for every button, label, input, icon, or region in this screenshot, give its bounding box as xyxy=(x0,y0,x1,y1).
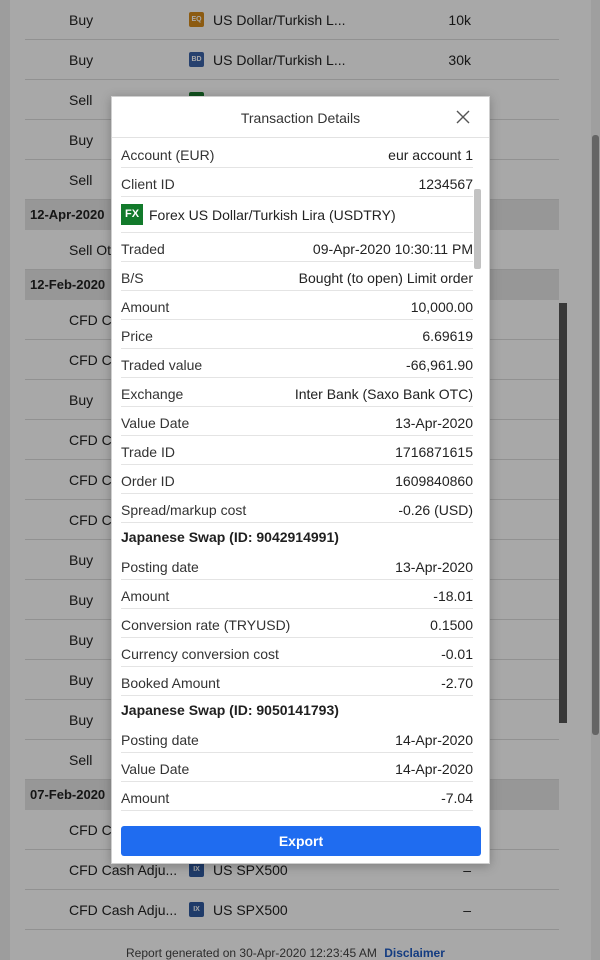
detail-label: B/S xyxy=(121,270,144,286)
detail-row: Amount -18.01 xyxy=(121,580,473,609)
instrument-row: FX Forex US Dollar/Turkish Lira (USDTRY) xyxy=(121,197,473,233)
detail-label: Posting date xyxy=(121,732,199,748)
detail-value: 09-Apr-2020 10:30:11 PM xyxy=(312,241,473,257)
detail-row: Client ID 1234567 xyxy=(121,168,473,197)
detail-row: Traded 09-Apr-2020 10:30:11 PM xyxy=(121,233,473,262)
transaction-details-dialog: Transaction Details Account (EUR) eur acc… xyxy=(111,96,490,864)
detail-value: 1716871615 xyxy=(395,444,473,460)
detail-value: 0.1500 xyxy=(430,617,473,633)
detail-value: eur account 1 xyxy=(388,147,473,163)
detail-row: Posting date 13-Apr-2020 xyxy=(121,551,473,580)
detail-value: Inter Bank (Saxo Bank OTC) xyxy=(294,386,473,402)
detail-row: Booked Amount -2.70 xyxy=(121,667,473,696)
detail-row: Exchange Inter Bank (Saxo Bank OTC) xyxy=(121,378,473,407)
detail-label: Value Date xyxy=(121,415,190,431)
detail-row: Trade ID 1716871615 xyxy=(121,436,473,465)
detail-label: Amount xyxy=(121,588,170,604)
detail-label: Traded xyxy=(121,241,165,257)
export-button[interactable]: Export xyxy=(121,826,481,856)
dialog-body[interactable]: Account (EUR) eur account 1 Client ID 12345… xyxy=(112,139,491,823)
detail-row: Spread/markup cost -0.26 (USD) xyxy=(121,494,473,523)
detail-row: Amount -7.04 xyxy=(121,782,473,811)
detail-label: Price xyxy=(121,328,153,344)
detail-label: Trade ID xyxy=(121,444,175,460)
detail-value: 14-Apr-2020 xyxy=(395,761,473,777)
detail-label: Currency conversion cost xyxy=(121,646,279,662)
swap-heading-2-text: Japanese Swap (ID: 9050141793) xyxy=(121,702,339,718)
swap-heading-2: Japanese Swap (ID: 9050141793) xyxy=(121,696,473,724)
detail-row: Value Date 13-Apr-2020 xyxy=(121,407,473,436)
detail-row: Conversion rate (TRYUSD) 0.1500 xyxy=(121,609,473,638)
detail-value: 14-Apr-2020 xyxy=(395,732,473,748)
detail-row: Amount 10,000.00 xyxy=(121,291,473,320)
dialog-header: Transaction Details xyxy=(112,97,489,138)
detail-value: 6.69619 xyxy=(422,328,473,344)
detail-label: Traded value xyxy=(121,357,203,373)
instrument-name: Forex US Dollar/Turkish Lira (USDTRY) xyxy=(149,207,396,223)
detail-label: Amount xyxy=(121,790,170,806)
detail-value: Bought (to open) Limit order xyxy=(298,270,473,286)
detail-label: Posting date xyxy=(121,559,199,575)
detail-value: -18.01 xyxy=(433,588,473,604)
detail-label: Booked Amount xyxy=(121,675,220,691)
detail-value: -0.01 xyxy=(441,646,473,662)
detail-label: Spread/markup cost xyxy=(121,502,247,518)
detail-label: Account (EUR) xyxy=(121,147,215,163)
detail-label: Amount xyxy=(121,299,170,315)
detail-value: -0.26 (USD) xyxy=(398,502,473,518)
detail-value: 13-Apr-2020 xyxy=(395,415,473,431)
close-icon[interactable] xyxy=(455,109,471,125)
detail-value: -7.04 xyxy=(441,790,473,806)
detail-label: Value Date xyxy=(121,761,190,777)
swap-heading-1-text: Japanese Swap (ID: 9042914991) xyxy=(121,529,339,545)
detail-label: Conversion rate (TRYUSD) xyxy=(121,617,291,633)
detail-value: 1234567 xyxy=(418,176,473,192)
detail-label: Order ID xyxy=(121,473,175,489)
dialog-scrollbar-thumb[interactable] xyxy=(474,189,481,269)
detail-row: Traded value -66,961.90 xyxy=(121,349,473,378)
detail-label: Exchange xyxy=(121,386,184,402)
dialog-footer: Export xyxy=(112,821,491,863)
fx-badge-icon: FX xyxy=(121,204,143,225)
detail-value: 1609840860 xyxy=(395,473,473,489)
detail-label: Client ID xyxy=(121,176,175,192)
detail-row: Account (EUR) eur account 1 xyxy=(121,139,473,168)
detail-value: -66,961.90 xyxy=(406,357,473,373)
detail-value: -2.70 xyxy=(441,675,473,691)
detail-row: Currency conversion cost -0.01 xyxy=(121,638,473,667)
detail-row: Price 6.69619 xyxy=(121,320,473,349)
detail-value: 13-Apr-2020 xyxy=(395,559,473,575)
swap-heading-1: Japanese Swap (ID: 9042914991) xyxy=(121,523,473,551)
detail-row: B/S Bought (to open) Limit order xyxy=(121,262,473,291)
detail-row: Posting date 14-Apr-2020 xyxy=(121,724,473,753)
detail-value: 10,000.00 xyxy=(410,299,473,315)
dialog-title: Transaction Details xyxy=(240,110,361,126)
detail-row: Value Date 14-Apr-2020 xyxy=(121,753,473,782)
detail-row: Order ID 1609840860 xyxy=(121,465,473,494)
